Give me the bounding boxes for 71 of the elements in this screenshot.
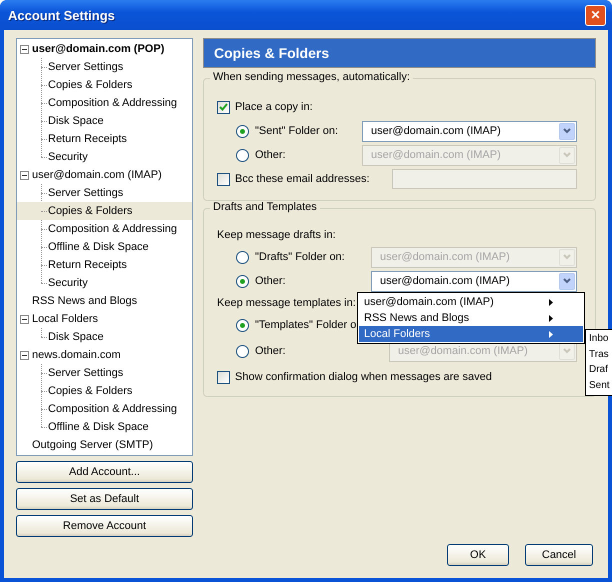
panel-header: Copies & Folders (203, 38, 596, 68)
tree-item[interactable]: Copies & Folders (17, 382, 192, 400)
radio-label: Other: (255, 345, 286, 357)
tree-item[interactable]: Return Receipts (17, 130, 192, 148)
account-button[interactable]: Add Account... (16, 461, 193, 483)
tree-item[interactable]: Local Folders (17, 310, 192, 328)
menu-item[interactable]: Sent (589, 380, 610, 395)
tree-item[interactable]: Offline & Disk Space (17, 238, 192, 256)
checkbox-label: Show confirmation dialog when messages are saved (235, 371, 492, 383)
dialog-button[interactable]: OK (447, 544, 509, 566)
chevron-down-icon (563, 128, 571, 134)
group-legend: Drafts and Templates (210, 201, 320, 213)
tree-item[interactable]: RSS News and Blogs (17, 292, 192, 310)
tree-item[interactable]: Disk Space (17, 328, 192, 346)
submenu-arrow-icon (549, 298, 553, 306)
radio-label: "Drafts" Folder on: (255, 251, 345, 263)
tree-item[interactable]: Composition & Addressing (17, 220, 192, 238)
tree-item[interactable]: Copies & Folders (17, 76, 192, 94)
menu-item[interactable]: Draf (589, 364, 608, 380)
radio-label: "Templates" Folder o (255, 319, 356, 331)
checkbox-label: Place a copy in: (235, 101, 313, 113)
tree-item[interactable]: Outgoing Server (SMTP) (17, 436, 192, 454)
checkbox-label: Bcc these email addresses: (235, 173, 370, 185)
checkbox[interactable] (217, 370, 230, 384)
tree-item[interactable]: Copies & Folders (17, 202, 192, 220)
account-button[interactable]: Set as Default (16, 488, 193, 510)
window-title: Account Settings (8, 8, 115, 22)
tree-item[interactable]: Composition & Addressing (17, 400, 192, 418)
radio-label: Other: (255, 149, 286, 161)
folder-dropdown[interactable]: user@domain.com (IMAP) (371, 270, 577, 292)
chevron-down-icon (563, 254, 571, 260)
collapse-icon[interactable] (20, 350, 29, 360)
menu-item[interactable]: Tras (589, 348, 609, 364)
tree-item[interactable]: Return Receipts (17, 256, 192, 274)
radio-button[interactable] (236, 318, 249, 332)
menu-item[interactable]: Local Folders (359, 326, 583, 342)
chevron-down-icon (563, 152, 571, 158)
tree-item[interactable]: Server Settings (17, 364, 192, 382)
tree-item[interactable]: user@domain.com (IMAP) (17, 166, 192, 184)
chevron-down-icon (563, 348, 571, 354)
close-button[interactable]: ✕ (585, 4, 606, 26)
radio-button[interactable] (236, 274, 249, 288)
menu-item[interactable]: Inbo (589, 333, 608, 348)
checkmark-icon (219, 103, 228, 111)
folder-dropdown[interactable]: user@domain.com (IMAP) (362, 120, 577, 142)
checkbox[interactable] (217, 172, 230, 186)
tree-item[interactable]: Server Settings (17, 58, 192, 76)
group-legend: When sending messages, automatically: (210, 71, 413, 83)
tree-item[interactable]: Offline & Disk Space (17, 418, 192, 436)
tree-item[interactable]: news.domain.com (17, 346, 192, 364)
account-button[interactable]: Remove Account (16, 515, 193, 537)
radio-label: "Sent" Folder on: (255, 125, 338, 137)
collapse-icon[interactable] (20, 314, 29, 324)
section-label: Keep message templates in: (217, 297, 356, 309)
radio-button[interactable] (236, 124, 249, 138)
tree-item[interactable]: Security (17, 148, 192, 166)
tree-item[interactable]: Security (17, 274, 192, 292)
chevron-down-icon (563, 278, 571, 284)
submenu-arrow-icon (549, 314, 553, 322)
collapse-icon[interactable] (20, 170, 29, 180)
tree-item[interactable]: user@domain.com (POP) (17, 40, 192, 58)
bcc-field[interactable] (392, 169, 577, 189)
dialog-button[interactable]: Cancel (525, 544, 593, 566)
tree-item[interactable]: Server Settings (17, 184, 192, 202)
radio-label: Other: (255, 275, 286, 287)
section-label: Keep message drafts in: (217, 229, 336, 241)
tree-item[interactable]: Disk Space (17, 112, 192, 130)
submenu-arrow-icon (549, 330, 553, 338)
tree-item[interactable]: Composition & Addressing (17, 94, 192, 112)
checkbox[interactable] (217, 100, 230, 114)
collapse-icon[interactable] (20, 44, 29, 54)
